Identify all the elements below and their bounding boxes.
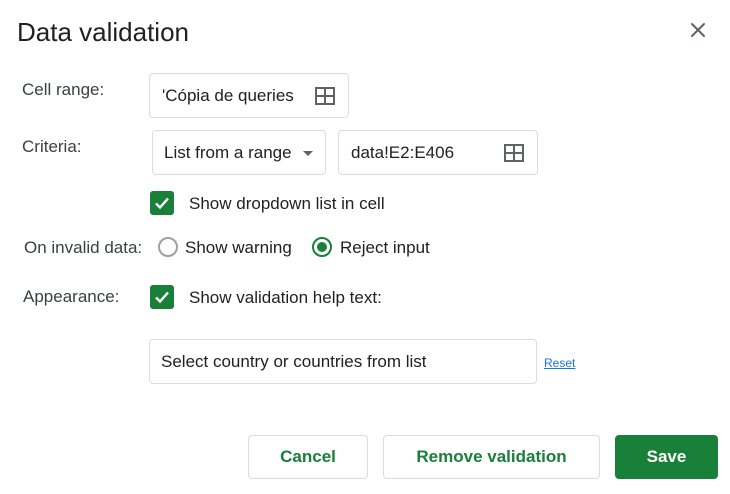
radio-reject-input[interactable]	[312, 237, 332, 257]
reset-link[interactable]: Reset	[544, 356, 575, 370]
checkmark-icon	[155, 197, 169, 210]
invalid-data-label: On invalid data:	[24, 238, 143, 257]
grid-select-icon[interactable]	[504, 144, 524, 162]
criteria-type-value: List from a range	[164, 142, 292, 162]
criteria-range-input[interactable]: data!E2:E406	[338, 130, 538, 175]
radio-show-warning-label[interactable]: Show warning	[185, 237, 292, 259]
show-help-text-checkbox[interactable]	[150, 285, 174, 309]
criteria-label: Criteria:	[22, 137, 82, 156]
show-dropdown-label: Show dropdown list in cell	[189, 194, 385, 213]
radio-selected-dot	[317, 242, 327, 252]
criteria-type-select[interactable]: List from a range	[152, 130, 326, 175]
checkmark-icon	[155, 291, 169, 304]
criteria-range-value: data!E2:E406	[351, 142, 455, 162]
cancel-button[interactable]: Cancel	[248, 435, 368, 479]
help-text-value: Select country or countries from list	[161, 351, 427, 371]
remove-validation-button[interactable]: Remove validation	[383, 435, 600, 479]
cell-range-input[interactable]: 'Cópia de queries	[149, 73, 349, 118]
appearance-label: Appearance:	[23, 287, 120, 306]
radio-reject-input-label[interactable]: Reject input	[340, 237, 430, 259]
chevron-down-icon	[303, 151, 313, 156]
close-icon[interactable]	[686, 18, 710, 42]
save-button[interactable]: Save	[615, 435, 718, 479]
cell-range-value: 'Cópia de queries	[162, 85, 294, 105]
show-help-text-label: Show validation help text:	[189, 288, 382, 307]
show-dropdown-checkbox[interactable]	[150, 191, 174, 215]
dialog-title: Data validation	[17, 17, 189, 47]
help-text-input[interactable]: Select country or countries from list	[149, 339, 537, 384]
cell-range-label: Cell range:	[22, 80, 105, 99]
radio-show-warning[interactable]	[158, 237, 178, 257]
grid-select-icon[interactable]	[315, 87, 335, 105]
